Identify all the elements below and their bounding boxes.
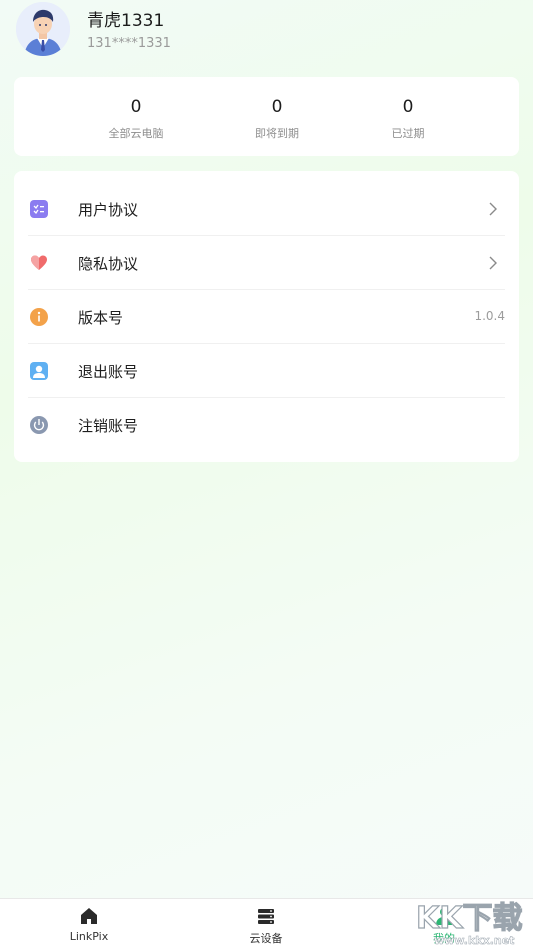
tab-linkpix[interactable]: LinkPix	[39, 899, 139, 948]
stat-expiring-soon[interactable]: 0 即将到期	[212, 77, 342, 156]
server-icon	[258, 909, 274, 924]
stats-card: 0 全部云电脑 0 即将到期 0 已过期	[14, 77, 519, 156]
chevron-right-icon	[489, 256, 497, 270]
tab-label: 云设备	[249, 932, 283, 945]
menu-item-logout[interactable]: 退出账号	[28, 344, 505, 398]
home-icon	[81, 908, 97, 924]
stat-value: 0	[402, 97, 414, 117]
power-icon	[30, 416, 48, 434]
heart-icon	[31, 255, 47, 270]
menu-item-label: 退出账号	[78, 363, 139, 381]
menu-item-delete-account[interactable]: 注销账号	[28, 398, 505, 448]
kkx-watermark-logo: KK下载 www.kkx.net	[415, 900, 523, 947]
stat-value: 0	[271, 97, 283, 117]
user-icon	[30, 362, 48, 380]
username: 青虎1331	[87, 11, 165, 31]
menu-item-version: 版本号 1.0.4	[28, 290, 505, 344]
tab-label: LinkPix	[69, 930, 109, 943]
stat-label: 全部云电脑	[108, 127, 164, 140]
menu-item-label: 用户协议	[78, 201, 139, 219]
version-value: 1.0.4	[474, 309, 505, 323]
tab-cloud-devices[interactable]: 云设备	[216, 899, 316, 948]
avatar[interactable]	[16, 2, 70, 56]
stat-label: 即将到期	[255, 127, 299, 140]
stat-all-cloud-pcs[interactable]: 0 全部云电脑	[71, 77, 201, 156]
settings-menu: 用户协议 隐私协议 版本号 1.0.4 退出账号 注销账号	[14, 171, 519, 462]
svg-text:KK下载: KK下载	[416, 901, 523, 936]
chevron-right-icon	[489, 202, 497, 216]
menu-item-label: 隐私协议	[78, 255, 139, 273]
menu-item-label: 注销账号	[78, 417, 139, 435]
menu-item-user-agreement[interactable]: 用户协议	[28, 182, 505, 236]
phone-number: 131****1331	[87, 36, 171, 51]
menu-item-privacy-policy[interactable]: 隐私协议	[28, 236, 505, 290]
stat-label: 已过期	[391, 127, 425, 140]
menu-item-label: 版本号	[78, 309, 124, 327]
avatar-illustration	[16, 2, 70, 56]
stat-expired[interactable]: 0 已过期	[343, 77, 473, 156]
svg-text:www.kkx.net: www.kkx.net	[434, 934, 514, 947]
profile-header[interactable]: 青虎1331 131****1331	[14, 0, 519, 62]
document-icon	[30, 200, 48, 218]
stat-value: 0	[130, 97, 142, 117]
info-icon	[30, 308, 48, 326]
